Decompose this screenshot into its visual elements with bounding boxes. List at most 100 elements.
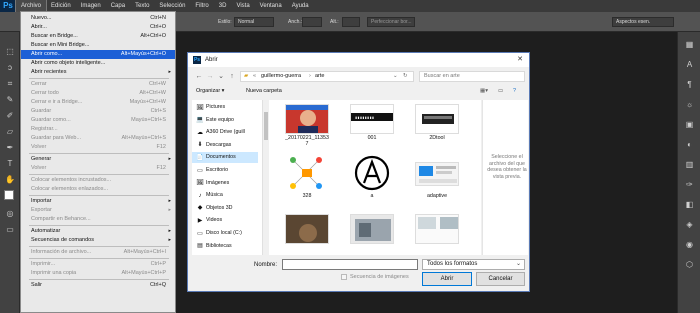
file-menu-item[interactable]: Secuencias de comandos ▸: [21, 236, 175, 245]
nav-item[interactable]: ☁ A360 Drive (guill: [192, 127, 258, 138]
menu-3d[interactable]: 3D: [214, 0, 232, 12]
menu-filtro[interactable]: Filtro: [190, 0, 213, 12]
file-menu-item[interactable]: Imprimir... Ctrl+P: [21, 260, 175, 269]
breadcrumb-part[interactable]: guillermo-guerra: [261, 72, 301, 81]
file-menu-item[interactable]: Abrir como objeto inteligente...: [21, 59, 175, 68]
file-menu-item[interactable]: Cerrar e ir a Bridge... Mayús+Ctrl+W: [21, 98, 175, 107]
file-menu-item[interactable]: Guardar como... Mayús+Ctrl+S: [21, 116, 175, 125]
help-icon[interactable]: ?: [513, 86, 516, 97]
file-menu-item[interactable]: Buscar en Bridge... Alt+Ctrl+O: [21, 32, 175, 41]
sequence-checkbox[interactable]: [341, 274, 347, 280]
recent-dropdown-icon[interactable]: ⌄: [216, 71, 226, 82]
organize-button[interactable]: Organizar ▾: [196, 86, 224, 97]
file-menu-item[interactable]: Registrar...: [21, 125, 175, 134]
paragraph-panel-icon[interactable]: ¶: [683, 78, 696, 91]
style-select[interactable]: Normal: [234, 17, 274, 27]
paths-panel-icon[interactable]: ⬡: [683, 258, 696, 271]
file-menu-item[interactable]: Exportar ▸: [21, 206, 175, 215]
file-menu-item[interactable]: Salir Ctrl+Q: [21, 281, 175, 290]
cancel-button[interactable]: Cancelar: [476, 272, 525, 286]
menu-ayuda[interactable]: Ayuda: [287, 0, 314, 12]
file-menu-item[interactable]: Cerrar todo Alt+Ctrl+W: [21, 89, 175, 98]
quick-mask-icon[interactable]: ◎: [4, 208, 16, 220]
open-button[interactable]: Abrir: [422, 272, 472, 286]
file-menu-item[interactable]: Colocar elementos incrustados...: [21, 176, 175, 185]
file-menu-item[interactable]: Buscar en Mini Bridge...: [21, 41, 175, 50]
brush-tool-icon[interactable]: ✐: [4, 110, 16, 122]
width-input[interactable]: [302, 17, 322, 27]
file-item[interactable]: 328: [279, 150, 335, 206]
nav-item[interactable]: 💻 Este equipo: [192, 115, 258, 126]
lasso-tool-icon[interactable]: ↄ: [4, 62, 16, 74]
forward-icon[interactable]: →: [205, 71, 215, 82]
color-panel-icon[interactable]: ◐: [683, 138, 696, 151]
file-menu-item[interactable]: Automatizar ▸: [21, 227, 175, 236]
crop-tool-icon[interactable]: ⌗: [4, 78, 16, 90]
workspace-select[interactable]: Aspectos esen.: [612, 17, 674, 27]
eraser-tool-icon[interactable]: ▱: [4, 126, 16, 138]
file-menu-item[interactable]: Imprimir una copia Alt+Mayús+Ctrl+P: [21, 269, 175, 278]
refine-edge-button[interactable]: Perfeccionar bor...: [367, 17, 415, 27]
search-input[interactable]: Buscar en arte: [419, 71, 525, 82]
file-menu-item[interactable]: Información de archivo... Alt+Mayús+Ctrl+…: [21, 248, 175, 257]
character-panel-icon[interactable]: A: [683, 58, 696, 71]
properties-panel-icon[interactable]: ◧: [683, 198, 696, 211]
file-menu-item[interactable]: Volver F12: [21, 164, 175, 173]
file-menu-item[interactable]: Colocar elementos enlazados...: [21, 185, 175, 194]
foreground-color-swatch[interactable]: [4, 190, 14, 200]
file-item[interactable]: [344, 210, 400, 255]
address-dropdown-icon[interactable]: ⌄: [393, 72, 398, 81]
adjustments-panel-icon[interactable]: ☼: [683, 98, 696, 111]
nav-item[interactable]: ⬇ Descargas: [192, 140, 258, 151]
refresh-icon[interactable]: ↻: [403, 72, 408, 81]
new-folder-button[interactable]: Nueva carpeta: [246, 86, 282, 97]
file-item[interactable]: a: [344, 150, 400, 206]
nav-item[interactable]: ♪ Música: [192, 190, 258, 201]
nav-item[interactable]: ◆ Objetos 3D: [192, 203, 258, 214]
brush-panel-icon[interactable]: ✑: [683, 178, 696, 191]
history-panel-icon[interactable]: ▦: [683, 38, 696, 51]
nav-item[interactable]: ▶ Videos: [192, 215, 258, 226]
file-menu-item[interactable]: Cerrar Ctrl+W: [21, 80, 175, 89]
styles-panel-icon[interactable]: ▣: [683, 118, 696, 131]
up-folder-icon[interactable]: ↑: [227, 71, 237, 82]
file-menu-item[interactable]: Importar ▸: [21, 197, 175, 206]
file-menu-item[interactable]: Guardar para Web... Alt+Mayús+Ctrl+S: [21, 134, 175, 143]
file-menu-item[interactable]: Guardar Ctrl+S: [21, 107, 175, 116]
file-menu-item[interactable]: Abrir... Ctrl+O: [21, 23, 175, 32]
file-item[interactable]: ▮▮▮▮▮▮▮▮ 001: [344, 100, 400, 150]
file-menu-item[interactable]: Compartir en Behance...: [21, 215, 175, 224]
nav-item[interactable]: 📄 Documentos: [192, 152, 258, 164]
close-icon[interactable]: ✕: [517, 53, 523, 67]
file-menu-item[interactable]: Abrir como... Alt+Mayús+Ctrl+O: [21, 50, 175, 59]
filename-input[interactable]: [282, 259, 418, 270]
nav-item[interactable]: ▭ Escritorio: [192, 165, 258, 176]
file-menu-item[interactable]: Volver F12: [21, 143, 175, 152]
preview-pane-icon[interactable]: ▭: [498, 86, 503, 97]
file-item[interactable]: adaptive: [409, 150, 465, 206]
nav-item[interactable]: 🖼 Imágenes: [192, 178, 258, 189]
breadcrumb-part[interactable]: arte: [315, 72, 324, 81]
view-options-icon[interactable]: ▦▾: [480, 86, 488, 97]
screen-mode-icon[interactable]: ▭: [4, 224, 16, 236]
file-menu-item[interactable]: Abrir recientes ▸: [21, 68, 175, 77]
filetype-select[interactable]: Todos los formatos ⌄: [422, 259, 525, 270]
marquee-tool-icon[interactable]: ⬚: [4, 46, 16, 58]
nav-item[interactable]: ▤ Bibliotecas: [192, 241, 258, 252]
nav-scrollbar[interactable]: [262, 100, 268, 255]
height-input[interactable]: [342, 17, 360, 27]
file-item[interactable]: 2Dtool: [409, 100, 465, 150]
file-item[interactable]: [409, 210, 465, 255]
menu-vista[interactable]: Vista: [231, 0, 254, 12]
swatches-panel-icon[interactable]: ▥: [683, 158, 696, 171]
hand-tool-icon[interactable]: ✋: [4, 174, 16, 186]
channels-panel-icon[interactable]: ◉: [683, 238, 696, 251]
nav-item[interactable]: ▭ Disco local (C:): [192, 228, 258, 239]
back-icon[interactable]: ←: [194, 71, 204, 82]
eyedropper-tool-icon[interactable]: ✎: [4, 94, 16, 106]
type-tool-icon[interactable]: T: [4, 158, 16, 170]
file-menu-item[interactable]: Nuevo... Ctrl+N: [21, 14, 175, 23]
pen-tool-icon[interactable]: ✒: [4, 142, 16, 154]
address-bar[interactable]: ▰ « guillermo-guerra › arte ⌄ ↻: [240, 71, 414, 82]
nav-item[interactable]: 🖼 Pictures: [192, 102, 258, 113]
